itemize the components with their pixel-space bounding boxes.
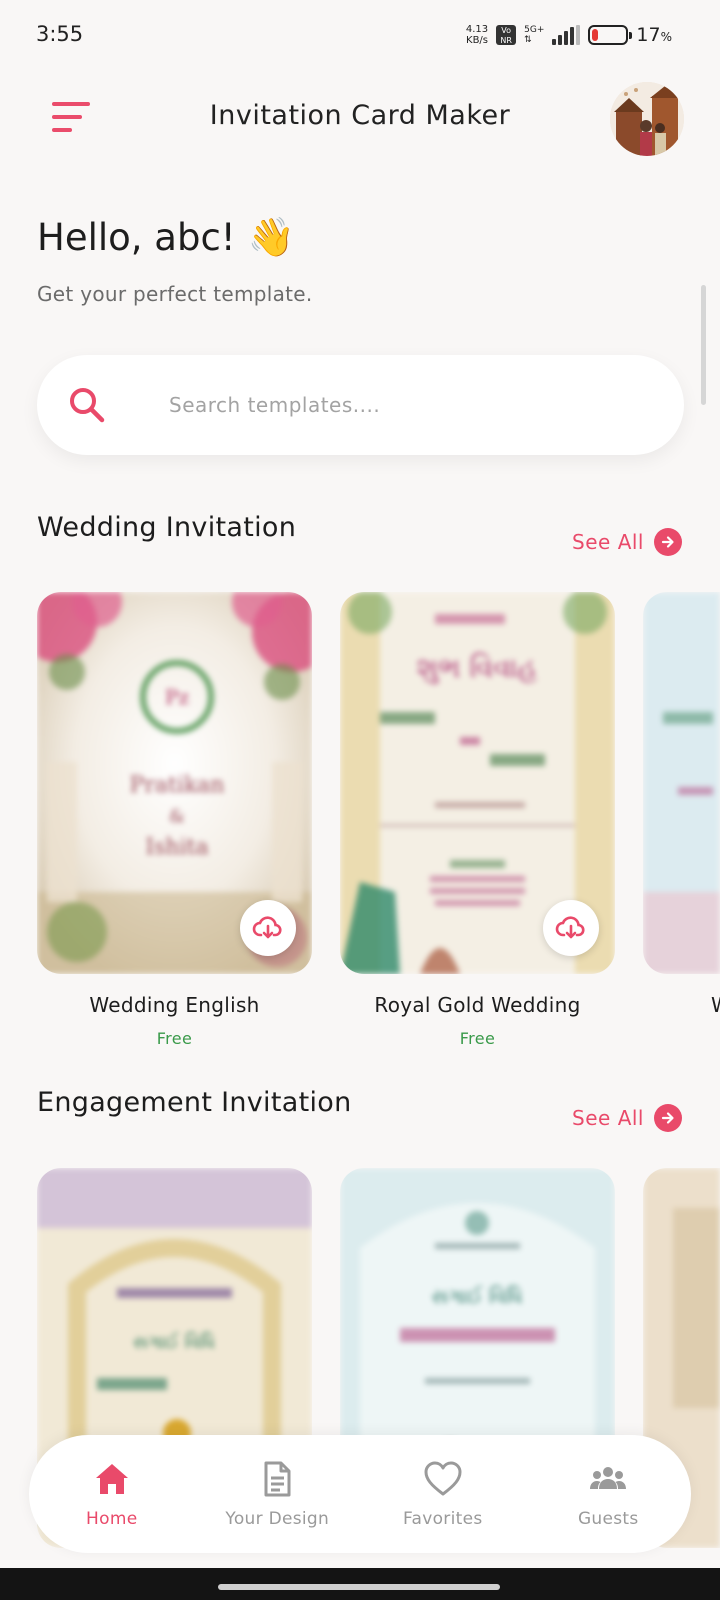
section-title-engagement: Engagement Invitation — [37, 1087, 352, 1118]
greeting: Hello, abc! 👋 — [37, 215, 295, 260]
document-icon — [264, 1461, 291, 1497]
svg-text:Pratikan: Pratikan — [130, 773, 225, 798]
battery-fill — [592, 29, 598, 41]
template-price: Free — [459, 1029, 496, 1048]
battery-percent: 17% — [636, 24, 672, 46]
svg-text:શુભ વિવાહ: શુભ વિવાહ — [417, 651, 538, 684]
template-price: Free — [156, 1029, 193, 1048]
battery-icon — [588, 25, 633, 45]
nav-guests[interactable]: Guests — [526, 1435, 692, 1553]
svg-text:Ishita: Ishita — [145, 835, 208, 860]
template-card-wedding-english[interactable]: Pz Pratikan & Ishita — [37, 592, 312, 974]
download-button[interactable] — [240, 900, 296, 956]
arrow-right-icon — [654, 1104, 682, 1132]
network-type: 5G+ ⇅ — [524, 25, 545, 45]
home-icon — [95, 1464, 128, 1494]
status-bar: 3:55 4.13 KB/s Vo NR 5G+ ⇅ 17% — [0, 0, 720, 70]
greeting-text: Hello, abc! — [37, 216, 236, 259]
search-icon — [70, 388, 105, 423]
scroll-indicator — [701, 285, 706, 405]
template-card-royal-gold-wedding[interactable]: શુભ વિવાહ — [340, 592, 615, 974]
template-name-partial: W — [640, 993, 720, 1017]
volte-icon: Vo NR — [496, 25, 517, 45]
see-all-wedding-button[interactable]: See All — [572, 528, 682, 556]
network-speed: 4.13 KB/s — [465, 24, 489, 46]
svg-text:Pz: Pz — [165, 685, 189, 709]
nav-favorites[interactable]: Favorites — [360, 1435, 526, 1553]
download-button[interactable] — [543, 900, 599, 956]
svg-text:&: & — [169, 806, 185, 827]
heart-icon — [424, 1461, 462, 1496]
bottom-navigation: Home Your Design Favorites Guests — [29, 1435, 691, 1553]
app-header: Invitation Card Maker — [0, 80, 720, 156]
cloud-download-icon — [252, 916, 282, 939]
template-thumbnail — [643, 592, 720, 974]
signal-icon — [552, 25, 581, 45]
gesture-handle[interactable] — [218, 1584, 500, 1590]
svg-text:સગાઈ વિધિ: સગાઈ વિધિ — [432, 1284, 523, 1308]
svg-text:સગાઈ વિધિ: સગાઈ વિધિ — [133, 1332, 215, 1353]
waving-hand-icon: 👋 — [247, 215, 295, 259]
arrow-right-icon — [654, 528, 682, 556]
nav-your-design[interactable]: Your Design — [195, 1435, 361, 1553]
status-time: 3:55 — [36, 22, 84, 46]
see-all-engagement-button[interactable]: See All — [572, 1104, 682, 1132]
cloud-download-icon — [555, 916, 585, 939]
data-arrows-icon: ⇅ — [524, 35, 532, 45]
template-name: Wedding English — [89, 993, 260, 1017]
group-icon — [590, 1467, 627, 1489]
section-title-wedding: Wedding Invitation — [37, 512, 297, 543]
template-card-partial[interactable] — [643, 592, 720, 974]
nav-home[interactable]: Home — [29, 1435, 195, 1553]
search-bar[interactable] — [37, 355, 684, 455]
profile-avatar[interactable] — [610, 82, 684, 156]
template-name: Royal Gold Wedding — [374, 993, 581, 1017]
status-icons: 4.13 KB/s Vo NR 5G+ ⇅ 17% — [466, 24, 672, 46]
search-input[interactable] — [169, 385, 649, 425]
greeting-subtitle: Get your perfect template. — [37, 282, 313, 306]
